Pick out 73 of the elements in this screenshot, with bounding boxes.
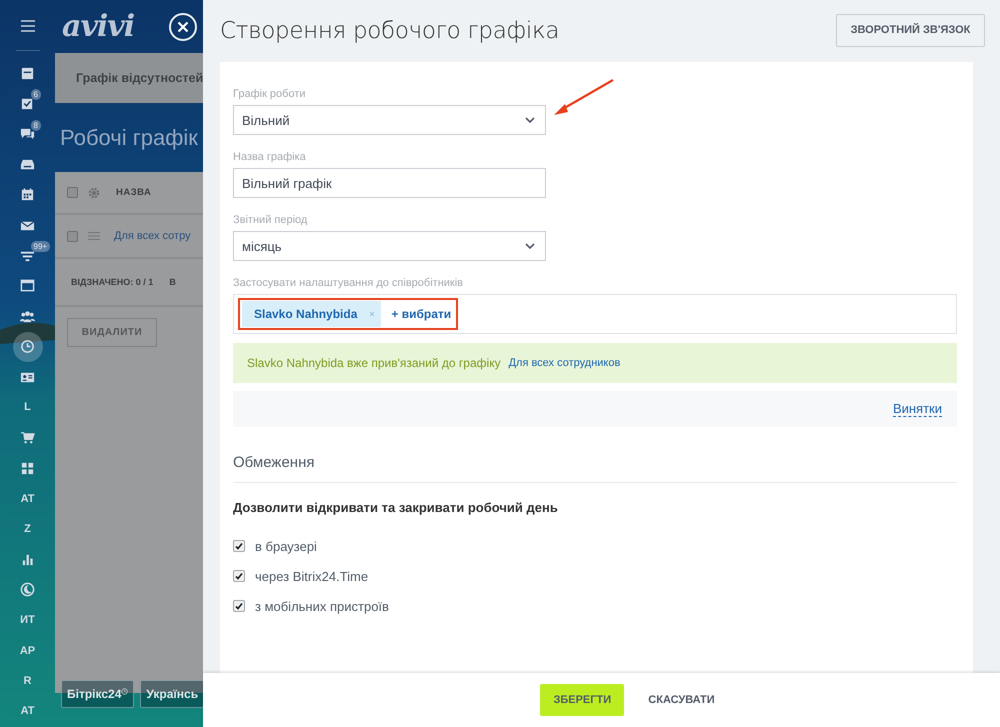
language-button[interactable]: Українсь [140, 680, 203, 708]
cancel-button[interactable]: СКАСУВАТИ [642, 693, 721, 707]
people-icon [20, 308, 35, 324]
menu-label: L [24, 401, 31, 414]
selected-menu-item[interactable] [12, 332, 42, 362]
menu-item[interactable]: ИТ [4, 605, 52, 636]
input-field[interactable]: Вільний графік [233, 168, 546, 198]
checkbox-label: в браузері [255, 538, 317, 554]
schedule-link[interactable]: Для всех сотрудников [508, 357, 620, 369]
menu-item[interactable]: L [4, 392, 52, 423]
menu-item[interactable]: 8 [4, 118, 52, 150]
menu-item[interactable]: AP [4, 635, 52, 666]
select-field[interactable]: Вільний [233, 105, 546, 135]
chevron-down-icon [525, 243, 535, 249]
checkbox[interactable] [233, 570, 245, 582]
footer-button[interactable]: Бітрікс24 [61, 680, 134, 708]
column-header: НАЗВА [116, 187, 152, 198]
section-title: Обмеження [233, 454, 957, 483]
save-button[interactable]: ЗБЕРЕГТИ [540, 684, 624, 716]
selected-count: ВІДЗНАЧЕНО: 0 / 1 [71, 277, 154, 287]
close-icon[interactable] [169, 12, 197, 40]
checkbox[interactable] [67, 230, 78, 242]
menu-label: AP [20, 644, 36, 657]
menu-label: R [24, 675, 32, 687]
calendar-icon [20, 187, 35, 202]
menu-item[interactable]: 6 [4, 88, 52, 119]
employee-tag[interactable]: Slavko Nahnybida [242, 301, 382, 327]
arrow-annotation [553, 78, 615, 118]
checkbox[interactable] [67, 187, 78, 198]
chevron-down-icon [525, 117, 535, 123]
menu-item[interactable]: Z [4, 514, 52, 544]
moon-icon [20, 582, 35, 598]
menu-label: AT [20, 492, 34, 505]
clock-icon [20, 339, 35, 354]
count-badge: 8 [30, 120, 41, 131]
count-badge: 99+ [30, 241, 50, 252]
section-heading: Дозволити відкривати та закривати робочий день [233, 500, 559, 515]
grid-icon [20, 460, 35, 476]
menu-label: Z [24, 523, 31, 536]
menu-item[interactable]: 99+ [4, 240, 52, 271]
notice-text: Slavko Nahnybida вже прив'язаний до графіку [247, 356, 501, 370]
drag-handle-icon[interactable] [88, 230, 100, 242]
field-label: Застосувати налаштування до співробітників [233, 277, 464, 289]
add-link[interactable]: + вибрати [391, 307, 452, 321]
browser-icon [20, 278, 35, 294]
panel-title: Створення робочого графіка [220, 18, 560, 44]
field-label: Назва графіка [233, 151, 307, 163]
field-label: Звітний період [233, 214, 308, 226]
employee-selector[interactable]: Slavko Nahnybida + вибрати [233, 294, 957, 334]
delete-button[interactable]: ВИДАЛИТИ [67, 318, 157, 347]
chat-icon [20, 126, 35, 142]
checkbox-label: через Bitrix24.Time [255, 568, 368, 584]
field-label: Графік роботи [233, 88, 307, 100]
checkbox[interactable] [233, 540, 245, 552]
clock-icon [121, 688, 128, 695]
checkbox[interactable] [233, 600, 245, 612]
menu-icon[interactable] [20, 19, 36, 33]
menu-label: AT [20, 705, 34, 718]
cart-icon [20, 430, 35, 446]
count-badge: 6 [30, 89, 41, 100]
table-footer-text: В [169, 277, 176, 287]
menu-label: ИТ [20, 614, 35, 626]
page-title: Робочі графік [59, 124, 199, 152]
logo: avivi [62, 9, 134, 44]
checkbox-label: з мобільних пристроїв [255, 598, 389, 614]
menu-item[interactable]: AT [4, 483, 52, 514]
tab[interactable]: Графік відсутностей [76, 71, 203, 85]
exceptions-link[interactable]: Винятки [892, 401, 942, 417]
table-link[interactable]: Для всех сотру [114, 230, 191, 242]
menu-item[interactable]: R [4, 666, 52, 696]
feedback-button[interactable]: ЗВОРОТНИЙ ЗВ'ЯЗОК [836, 14, 985, 46]
menu-item[interactable]: AT [4, 696, 52, 727]
select-field[interactable]: місяць [233, 231, 546, 261]
